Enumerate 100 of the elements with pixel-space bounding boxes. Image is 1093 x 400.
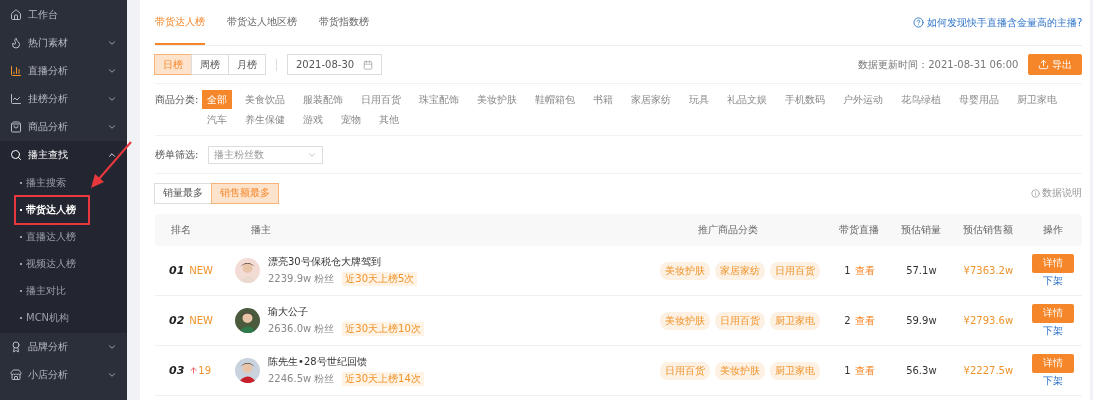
annotation-arrow <box>88 140 134 190</box>
help-icon <box>913 17 925 28</box>
home-icon <box>10 9 22 21</box>
category-option[interactable]: 花鸟绿植 <box>896 90 947 109</box>
sidebar-item[interactable]: 工作台 <box>0 1 127 29</box>
date-field[interactable]: 2021-08-30 <box>287 54 382 75</box>
view-link[interactable]: 查看 <box>854 263 875 278</box>
rank-number: 02 <box>169 314 185 327</box>
category-tag: 日用百货 <box>660 361 711 380</box>
bag-icon <box>10 121 22 133</box>
upload-icon <box>1038 59 1050 70</box>
anchor-name: 漂亮30号保税仓大牌驾到 <box>268 255 382 269</box>
category-option[interactable]: 日用百货 <box>356 90 407 109</box>
category-option[interactable]: 全部 <box>202 90 233 109</box>
data-note-link[interactable]: 数据说明 <box>1031 186 1083 200</box>
category-option[interactable]: 汽车 <box>202 110 233 129</box>
tab[interactable]: 带货达人地区榜 <box>227 0 297 45</box>
sidebar-subitem[interactable]: 带货达人榜 <box>16 197 88 223</box>
amount-value: ¥2793.6w <box>963 315 1014 326</box>
column-header: 推广商品分类 <box>697 223 760 237</box>
category-option[interactable]: 手机数码 <box>780 90 831 109</box>
sort-button[interactable]: 销量最多 <box>154 182 212 204</box>
column-header: 预估销量 <box>900 223 943 237</box>
new-label: NEW <box>189 315 213 326</box>
tab[interactable]: 带货达人榜 <box>155 0 205 45</box>
category-option[interactable]: 户外运动 <box>838 90 889 109</box>
category-option[interactable]: 服装配饰 <box>298 90 349 109</box>
category-option[interactable]: 鞋帽箱包 <box>530 90 581 109</box>
up-arrow-icon <box>189 366 199 375</box>
category-option[interactable]: 美食饮品 <box>240 90 291 109</box>
category-option[interactable]: 礼品文娱 <box>722 90 773 109</box>
sidebar-item[interactable]: 商品分析 <box>0 113 127 141</box>
view-link[interactable]: 查看 <box>854 363 875 378</box>
category-tag: 厨卫家电 <box>770 311 821 330</box>
sidebar-item[interactable]: 小店分析 <box>0 361 127 389</box>
line-chart-icon <box>10 93 22 105</box>
detail-button[interactable]: 详情 <box>1032 353 1075 373</box>
help-link[interactable]: 如何发现快手直播含金量高的主播? <box>913 15 1083 30</box>
sidebar-item[interactable]: 播主查找 <box>0 141 127 169</box>
category-option[interactable]: 养生保健 <box>240 110 291 129</box>
sales-value: 56.3w <box>906 365 937 376</box>
category-option[interactable]: 游戏 <box>298 110 329 129</box>
category-tag: 日用百货 <box>770 261 821 280</box>
chevron-up-icon <box>107 150 117 160</box>
sidebar-subitem[interactable]: 直播达人榜 <box>16 224 127 250</box>
sidebar-item[interactable]: 热门素材 <box>0 29 127 57</box>
live-count: 1 <box>844 365 851 376</box>
column-header: 播主 <box>250 223 272 237</box>
ranking-badge: 近30天上榜5次 <box>342 272 418 286</box>
tab[interactable]: 带货指数榜 <box>319 0 369 45</box>
fan-count: 2246.5w 粉丝 <box>268 372 335 386</box>
category-option[interactable]: 玩具 <box>684 90 715 109</box>
fan-count: 2636.0w 粉丝 <box>268 322 335 336</box>
sidebar-item[interactable]: 直播分析 <box>0 57 127 85</box>
detail-button[interactable]: 详情 <box>1032 303 1075 323</box>
column-header: 带货直播 <box>838 223 881 237</box>
sidebar-subitem[interactable]: 播主搜索 <box>16 170 127 196</box>
period-button[interactable]: 周榜 <box>191 54 229 75</box>
chevron-down-icon <box>107 370 117 380</box>
remove-link[interactable]: 下架 <box>1043 373 1064 388</box>
detail-button[interactable]: 详情 <box>1032 253 1075 273</box>
sidebar-item[interactable]: 挂榜分析 <box>0 85 127 113</box>
filter-label: 榜单筛选: <box>155 148 199 162</box>
sales-value: 57.1w <box>906 265 937 276</box>
category-option[interactable]: 厨卫家电 <box>1012 90 1063 109</box>
live-count: 2 <box>844 315 851 326</box>
rank-number: 03 <box>169 364 185 377</box>
anchor-name: 陈先生•28号世纪回馈 <box>268 355 368 369</box>
category-tag: 美妆护肤 <box>660 311 711 330</box>
sidebar-subitem[interactable]: MCN机构 <box>16 305 127 331</box>
category-option[interactable]: 宠物 <box>336 110 367 129</box>
sort-button[interactable]: 销售额最多 <box>211 182 279 204</box>
remove-link[interactable]: 下架 <box>1043 323 1064 338</box>
rank-number: 01 <box>169 264 185 277</box>
category-tag: 美妆护肤 <box>715 361 766 380</box>
category-option[interactable]: 其他 <box>374 110 405 129</box>
period-button[interactable]: 月榜 <box>228 54 266 75</box>
view-link[interactable]: 查看 <box>854 313 875 328</box>
category-option[interactable]: 书籍 <box>588 90 619 109</box>
sidebar-subitem[interactable]: 视频达人榜 <box>16 251 127 277</box>
category-tag: 家居家纺 <box>715 261 766 280</box>
export-button[interactable]: 导出 <box>1028 54 1083 75</box>
category-tag: 美妆护肤 <box>660 261 711 280</box>
sales-value: 59.9w <box>906 315 937 326</box>
sidebar-item[interactable]: 品牌分析 <box>0 333 127 361</box>
chevron-down-icon <box>107 122 117 132</box>
remove-link[interactable]: 下架 <box>1043 273 1064 288</box>
flame-icon <box>10 37 22 49</box>
list-select[interactable]: 播主粉丝数 <box>208 145 324 164</box>
award-icon <box>10 341 22 353</box>
category-option[interactable]: 珠宝配饰 <box>414 90 465 109</box>
column-header: 排名 <box>170 223 192 237</box>
sidebar-subitem[interactable]: 播主对比 <box>16 278 127 304</box>
period-button[interactable]: 日榜 <box>154 54 192 75</box>
search-icon <box>10 149 22 161</box>
chevron-down-icon <box>107 94 117 104</box>
category-option[interactable]: 母婴用品 <box>954 90 1005 109</box>
category-option[interactable]: 美妆护肤 <box>472 90 523 109</box>
category-option[interactable]: 家居家纺 <box>626 90 677 109</box>
live-count: 1 <box>844 265 851 276</box>
